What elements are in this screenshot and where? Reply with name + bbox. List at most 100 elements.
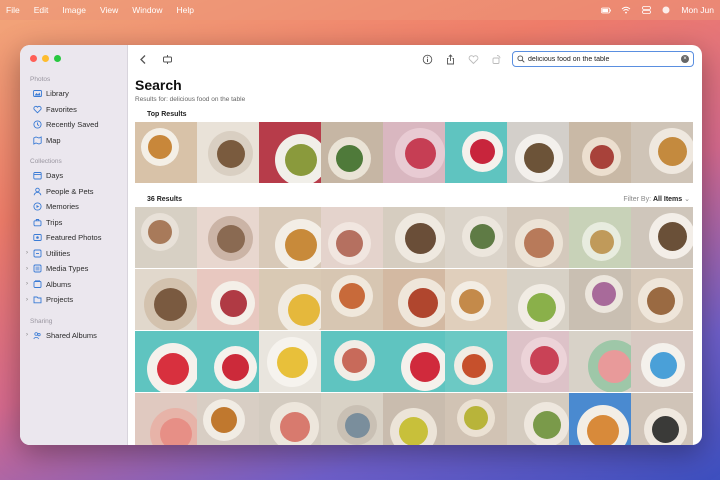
info-button[interactable] [420,52,434,66]
photo-thumbnail[interactable] [135,331,197,392]
photo-thumbnail[interactable] [259,207,321,268]
photo-thumbnail[interactable] [321,207,383,268]
photo-thumbnail[interactable] [135,269,197,330]
photo-thumbnail[interactable] [259,122,321,183]
photo-thumbnail[interactable] [383,122,445,183]
menu-view[interactable]: View [100,5,118,15]
chevron-right-icon[interactable]: › [26,250,32,256]
back-button[interactable] [136,52,150,66]
menu-window[interactable]: Window [132,5,162,15]
sidebar-item-memories[interactable]: Memories [20,199,127,215]
sidebar-group-utilities[interactable]: › Utilities [20,246,127,262]
photo-thumbnail[interactable] [445,269,507,330]
photo-thumbnail[interactable] [631,207,693,268]
photo-thumbnail[interactable] [507,331,569,392]
favorite-button[interactable] [466,52,480,66]
search-field[interactable]: delicious food on the table × [512,51,694,67]
clear-search-icon[interactable]: × [681,55,689,63]
sidebar-group-media-types[interactable]: › Media Types [20,261,127,277]
photo-thumbnail[interactable] [569,122,631,183]
sidebar-item-trips[interactable]: Trips [20,215,127,231]
photo-thumbnail[interactable] [321,122,383,183]
sidebar-group-albums[interactable]: › Albums [20,277,127,293]
plate-shape [331,275,373,317]
photo-thumbnail[interactable] [507,207,569,268]
photo-thumbnail[interactable] [507,393,569,445]
sidebar-group-shared-albums[interactable]: › Shared Albums [20,328,127,344]
photo-thumbnail[interactable] [631,393,693,445]
photo-thumbnail[interactable] [445,122,507,183]
food-shape [222,354,249,381]
photo-thumbnail[interactable] [383,269,445,330]
photo-thumbnail[interactable] [507,269,569,330]
photo-thumbnail[interactable] [631,269,693,330]
photo-thumbnail[interactable] [259,269,321,330]
photo-thumbnail[interactable] [197,331,259,392]
photo-thumbnail[interactable] [445,331,507,392]
shared-album-icon [33,331,42,340]
sidebar-item-library[interactable]: Library [20,86,127,102]
chevron-right-icon[interactable]: › [26,281,32,287]
battery-icon[interactable] [601,6,612,14]
photo-thumbnail[interactable] [383,207,445,268]
wifi-icon[interactable] [621,6,631,14]
photo-thumbnail[interactable] [631,122,693,183]
sidebar-item-people-pets[interactable]: People & Pets [20,184,127,200]
zoom-window-button[interactable] [54,55,61,62]
photo-thumbnail[interactable] [135,207,197,268]
photo-thumbnail[interactable] [321,269,383,330]
photo-thumbnail[interactable] [383,331,445,392]
photo-thumbnail[interactable] [259,331,321,392]
clock-icon [33,120,42,129]
photo-thumbnail[interactable] [197,122,259,183]
photo-library-icon [33,89,42,98]
sidebar-toggle-button[interactable] [160,52,174,66]
photo-thumbnail[interactable] [197,207,259,268]
photo-thumbnail[interactable] [321,331,383,392]
photo-thumbnail[interactable] [259,393,321,445]
plate-shape [577,405,629,445]
photo-thumbnail[interactable] [507,122,569,183]
photo-thumbnail[interactable] [569,207,631,268]
food-shape [276,346,308,378]
share-button[interactable] [443,52,457,66]
food-shape [154,288,187,321]
minimize-window-button[interactable] [42,55,49,62]
filter-dropdown[interactable]: Filter By: All Items ⌄ [623,195,690,203]
photo-thumbnail[interactable] [445,207,507,268]
control-center-icon[interactable] [641,6,651,14]
sidebar-group-projects[interactable]: › Projects [20,292,127,308]
menu-edit[interactable]: Edit [34,5,49,15]
photo-thumbnail[interactable] [631,331,693,392]
photo-thumbnail[interactable] [569,269,631,330]
menu-file[interactable]: File [6,5,20,15]
chevron-right-icon[interactable]: › [26,332,32,338]
sidebar-item-recently-saved[interactable]: Recently Saved [20,117,127,133]
sidebar-item-featured-photos[interactable]: Featured Photos [20,230,127,246]
photo-thumbnail[interactable] [197,393,259,445]
photo-thumbnail[interactable] [197,269,259,330]
photo-thumbnail[interactable] [445,393,507,445]
photo-thumbnail[interactable] [135,393,197,445]
info-icon [422,54,432,64]
rotate-button[interactable] [489,52,503,66]
media-types-icon [33,264,42,273]
sidebar-item-map[interactable]: Map [20,133,127,149]
menu-help[interactable]: Help [177,5,194,15]
siri-icon[interactable] [661,6,671,14]
photo-thumbnail[interactable] [135,122,197,183]
chevron-right-icon[interactable]: › [26,297,32,303]
clock[interactable]: Mon Jun [681,5,714,15]
photo-thumbnail[interactable] [569,393,631,445]
photo-thumbnail[interactable] [569,331,631,392]
map-icon [33,136,42,145]
photo-thumbnail[interactable] [383,393,445,445]
menu-image[interactable]: Image [62,5,86,15]
sidebar-item-favorites[interactable]: Favorites [20,102,127,118]
photo-thumbnail[interactable] [321,393,383,445]
sidebar-section-collections: Collections [30,158,62,165]
search-input[interactable]: delicious food on the table [528,56,681,63]
sidebar-item-days[interactable]: Days [20,168,127,184]
chevron-right-icon[interactable]: › [26,266,32,272]
close-window-button[interactable] [30,55,37,62]
